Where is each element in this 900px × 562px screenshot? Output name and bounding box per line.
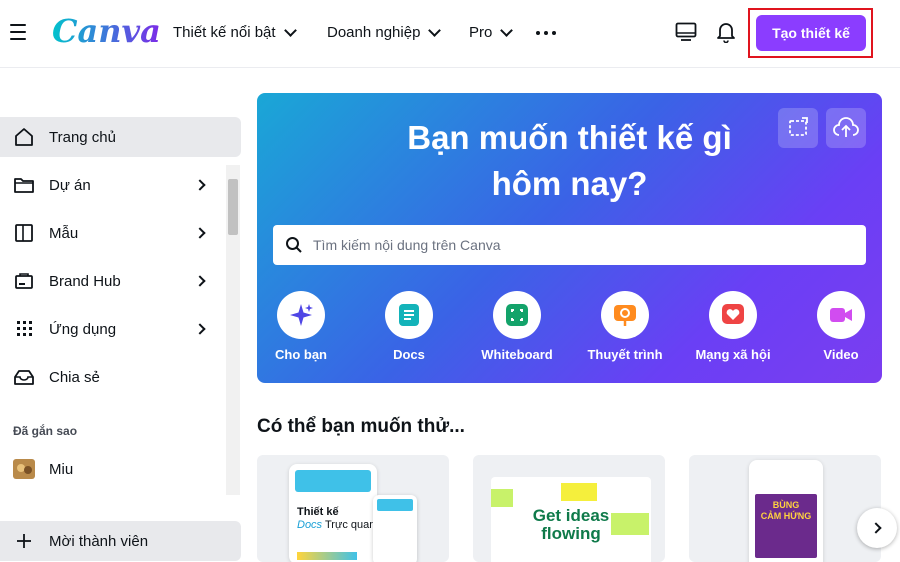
hero-title-line-2: hôm nay? — [491, 165, 648, 202]
sidebar-item-home[interactable]: Trang chủ — [0, 117, 241, 157]
card-phone-page — [373, 495, 417, 562]
menu-icon[interactable] — [10, 24, 26, 40]
sidebar-item-projects[interactable]: Dự án — [0, 165, 241, 205]
starred-item-label: Miu — [49, 460, 74, 478]
nav-featured-label: Thiết kế nổi bật — [173, 24, 276, 41]
chevron-down-icon — [283, 23, 297, 37]
starred-item-miu[interactable]: Miu — [0, 449, 241, 489]
category-for-you[interactable]: Cho bạn — [257, 291, 351, 362]
nav-pro[interactable]: Pro — [469, 23, 514, 41]
sidebar-item-label: Brand Hub — [49, 272, 121, 290]
category-presentation[interactable]: Thuyết trình — [575, 291, 675, 362]
nav-business-label: Doanh nghiệp — [327, 24, 421, 41]
carousel-next-button[interactable] — [857, 508, 897, 548]
card-text: flowing — [541, 524, 601, 543]
brand-icon — [15, 273, 33, 289]
plus-icon — [17, 534, 31, 548]
custom-size-button[interactable] — [778, 108, 818, 148]
presentation-icon — [601, 291, 649, 339]
sidebar-item-label: Ứng dụng — [49, 320, 117, 338]
category-label: Docs — [393, 347, 425, 362]
bell-icon[interactable] — [716, 21, 736, 43]
resize-icon — [789, 117, 808, 136]
apps-icon — [17, 321, 32, 336]
heart-icon — [709, 291, 757, 339]
docs-icon — [385, 291, 433, 339]
category-docs[interactable]: Docs — [359, 291, 459, 362]
invite-label: Mời thành viên — [49, 532, 149, 550]
create-design-highlight: Tạo thiết kế — [748, 8, 873, 58]
design-thumbnail — [13, 459, 35, 479]
scrollbar-thumb[interactable] — [228, 179, 238, 235]
card-whiteboard-page: Get ideas flowing — [491, 477, 651, 562]
category-label: Video — [823, 347, 859, 362]
nav-featured[interactable]: Thiết kế nổi bật — [173, 23, 297, 41]
template-icon — [15, 224, 33, 242]
nav-business[interactable]: Doanh nghiệp — [327, 23, 442, 41]
sidebar-item-label: Trang chủ — [49, 128, 116, 146]
card-text: Trực quan — [325, 519, 376, 531]
sidebar-item-apps[interactable]: Ứng dụng — [0, 309, 241, 349]
folder-icon — [14, 178, 34, 193]
category-label: Thuyết trình — [587, 347, 663, 362]
canva-logo[interactable]: Canva — [52, 12, 161, 50]
card-text: BÙNG — [772, 500, 800, 510]
chevron-down-icon — [428, 23, 442, 37]
sidebar-scrollbar[interactable] — [226, 165, 240, 495]
suggestions-title: Có thể bạn muốn thử... — [257, 416, 465, 437]
category-whiteboard[interactable]: Whiteboard — [467, 291, 567, 362]
home-icon — [15, 128, 33, 146]
whiteboard-icon — [493, 291, 541, 339]
category-social-media[interactable]: Mạng xã hội — [683, 291, 783, 362]
card-text: CẢM HỨNG — [760, 511, 812, 521]
suggestion-card-whiteboard[interactable]: Get ideas flowing — [473, 455, 665, 562]
category-label: Whiteboard — [481, 347, 553, 362]
card-text: Get ideas — [532, 506, 610, 525]
sidebar-item-shared[interactable]: Chia sẻ — [0, 357, 241, 397]
top-bar: Canva Thiết kế nổi bật Doanh nghiệp Pro … — [0, 0, 900, 68]
sidebar-item-brand-hub[interactable]: Brand Hub — [0, 261, 241, 301]
category-video[interactable]: Video — [791, 291, 882, 362]
sidebar-item-templates[interactable]: Mẫu — [0, 213, 241, 253]
starred-section-title: Đã gắn sao — [13, 424, 78, 438]
create-design-button[interactable]: Tạo thiết kế — [756, 15, 866, 51]
card-phone-page: BÙNG CẢM HỨNG — [749, 460, 823, 562]
card-text: Docs — [297, 519, 323, 531]
sidebar-item-label: Dự án — [49, 176, 91, 194]
hero-banner: Bạn muốn thiết kế gì hôm nay? Tìm kiếm n… — [257, 93, 882, 383]
share-icon — [14, 370, 34, 385]
nav-pro-label: Pro — [469, 24, 493, 41]
suggestion-card-docs[interactable]: Thiết kế Docs Trực quan — [257, 455, 449, 562]
search-placeholder: Tìm kiếm nội dung trên Canva — [313, 237, 501, 253]
card-text: Thiết kế — [297, 506, 339, 518]
category-label: Mạng xã hội — [695, 347, 771, 362]
invite-members-button[interactable]: Mời thành viên — [0, 521, 241, 561]
desktop-app-icon[interactable] — [675, 22, 697, 42]
sidebar-item-label: Mẫu — [49, 224, 79, 242]
sidebar-item-label: Chia sẻ — [49, 368, 100, 386]
chevron-right-icon — [194, 275, 206, 287]
video-icon — [817, 291, 865, 339]
chevron-down-icon — [500, 23, 514, 37]
cloud-upload-icon — [833, 117, 859, 137]
upload-button[interactable] — [826, 108, 866, 148]
search-input[interactable]: Tìm kiếm nội dung trên Canva — [273, 225, 866, 265]
chevron-right-icon — [194, 227, 206, 239]
search-icon — [286, 237, 302, 253]
suggestion-card-social[interactable]: BÙNG CẢM HỨNG — [689, 455, 881, 562]
card-doc-page: Thiết kế Docs Trực quan — [289, 464, 377, 562]
sidebar: Trang chủ Dự án Mẫu Brand Hub Ứng dụng C… — [0, 69, 242, 562]
chevron-right-icon — [194, 179, 206, 191]
chevron-right-icon — [194, 323, 206, 335]
sparkle-icon — [277, 291, 325, 339]
more-icon[interactable] — [536, 31, 556, 35]
chevron-right-icon — [869, 522, 882, 534]
category-label: Cho bạn — [275, 347, 327, 362]
